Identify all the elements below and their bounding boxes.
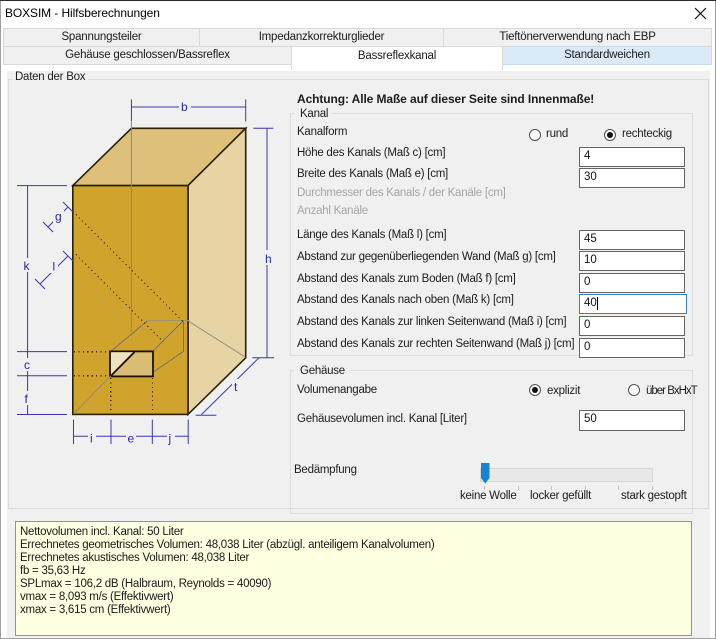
svg-text:i: i [90, 432, 93, 446]
svg-text:j: j [168, 432, 172, 446]
svg-text:h: h [265, 252, 272, 266]
svg-text:g: g [55, 210, 62, 224]
svg-text:k: k [24, 259, 31, 273]
svg-text:b: b [181, 100, 188, 114]
svg-text:c: c [24, 358, 30, 372]
svg-text:l: l [53, 260, 56, 274]
svg-text:e: e [128, 432, 135, 446]
